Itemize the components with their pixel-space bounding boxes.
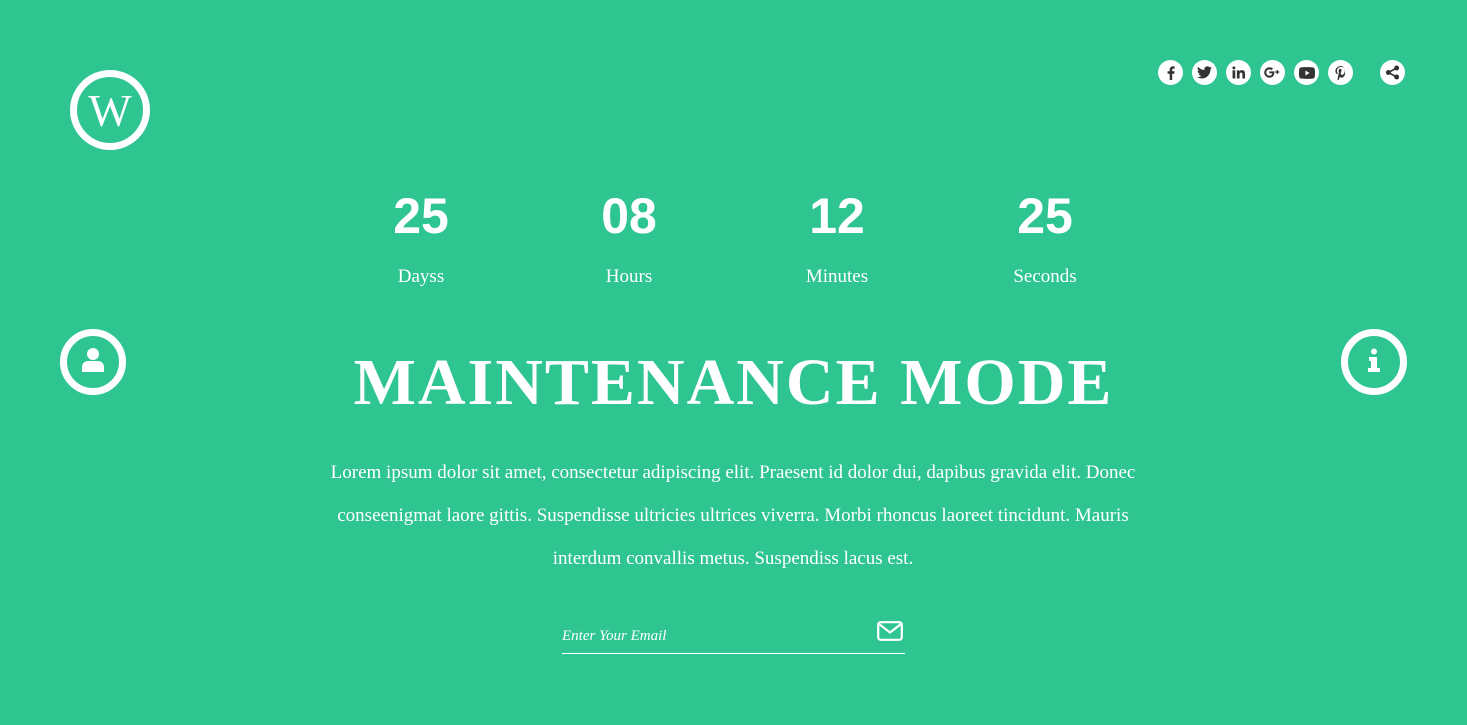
countdown-label: Dayss (397, 266, 445, 287)
share-icon[interactable] (1380, 60, 1405, 85)
youtube-icon[interactable] (1294, 60, 1319, 85)
countdown-days: 25 Dayss (317, 186, 525, 288)
facebook-icon[interactable] (1158, 60, 1183, 85)
linkedin-icon[interactable] (1226, 60, 1251, 85)
countdown-value: 08 (601, 188, 657, 244)
countdown-label: Minutes (805, 266, 869, 287)
countdown-value: 12 (809, 188, 865, 244)
countdown-seconds: 25 Seconds (941, 186, 1149, 288)
envelope-icon[interactable] (876, 619, 904, 643)
countdown-hours: 08 Hours (525, 186, 733, 288)
countdown-label: Hours (605, 266, 653, 287)
google-plus-icon[interactable] (1260, 60, 1285, 85)
page-description: Lorem ipsum dolor sit amet, consectetur … (330, 462, 1136, 569)
countdown-value: 25 (1017, 188, 1073, 244)
countdown-minutes: 12 Minutes (733, 186, 941, 288)
email-input[interactable] (562, 621, 876, 652)
page-title: MAINTENANCE MODE (353, 346, 1114, 419)
email-subscribe-form (562, 616, 905, 654)
logo-letter: W (88, 85, 132, 136)
countdown-timer: 25 Dayss 08 Hours 12 Minutes 25 Seconds (317, 186, 1150, 288)
wordpress-logo-icon[interactable]: W (70, 70, 150, 150)
countdown-label: Seconds (1013, 266, 1077, 287)
twitter-icon[interactable] (1192, 60, 1217, 85)
countdown-value: 25 (393, 188, 449, 244)
pinterest-icon[interactable] (1328, 60, 1353, 85)
social-links (1158, 60, 1405, 85)
